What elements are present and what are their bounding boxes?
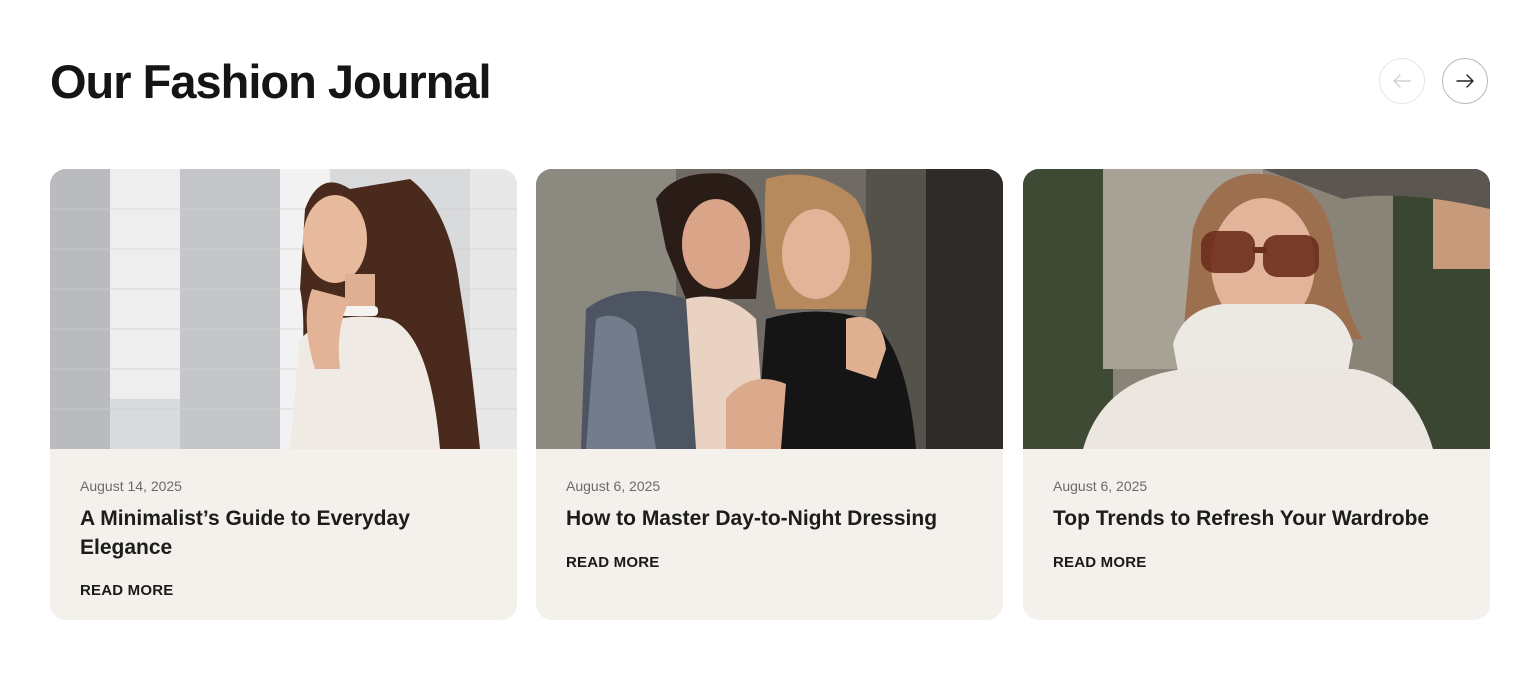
blog-card-image[interactable] <box>536 169 1003 449</box>
post-title[interactable]: Top Trends to Refresh Your Wardrobe <box>1053 504 1460 533</box>
carousel-prev-button[interactable] <box>1379 58 1425 104</box>
blog-card-image[interactable] <box>1023 169 1490 449</box>
blog-card[interactable]: August 6, 2025 Top Trends to Refresh You… <box>1023 169 1490 620</box>
post-date: August 6, 2025 <box>1053 478 1148 494</box>
arrow-left-icon <box>1393 74 1411 88</box>
post-title[interactable]: A Minimalist’s Guide to Everyday Eleganc… <box>80 504 487 562</box>
woman-white-dress-photo <box>50 169 517 449</box>
read-more-link[interactable]: READ MORE <box>1053 554 1146 572</box>
fashion-journal-section: Our Fashion Journal August 14, 2025 A Mi… <box>0 0 1521 689</box>
two-women-evening-photo <box>536 169 1003 449</box>
post-date: August 14, 2025 <box>80 478 182 494</box>
arrow-right-icon <box>1456 74 1474 88</box>
blog-card[interactable]: August 14, 2025 A Minimalist’s Guide to … <box>50 169 517 620</box>
woman-sunglasses-turtleneck-photo <box>1023 169 1490 449</box>
post-title[interactable]: How to Master Day-to-Night Dressing <box>566 504 973 533</box>
blog-card-image[interactable] <box>50 169 517 449</box>
post-date: August 6, 2025 <box>566 478 661 494</box>
section-title: Our Fashion Journal <box>50 55 492 108</box>
read-more-link[interactable]: READ MORE <box>566 554 659 572</box>
blog-card[interactable]: August 6, 2025 How to Master Day-to-Nigh… <box>536 169 1003 620</box>
carousel-next-button[interactable] <box>1442 58 1488 104</box>
read-more-link[interactable]: READ MORE <box>80 582 173 600</box>
